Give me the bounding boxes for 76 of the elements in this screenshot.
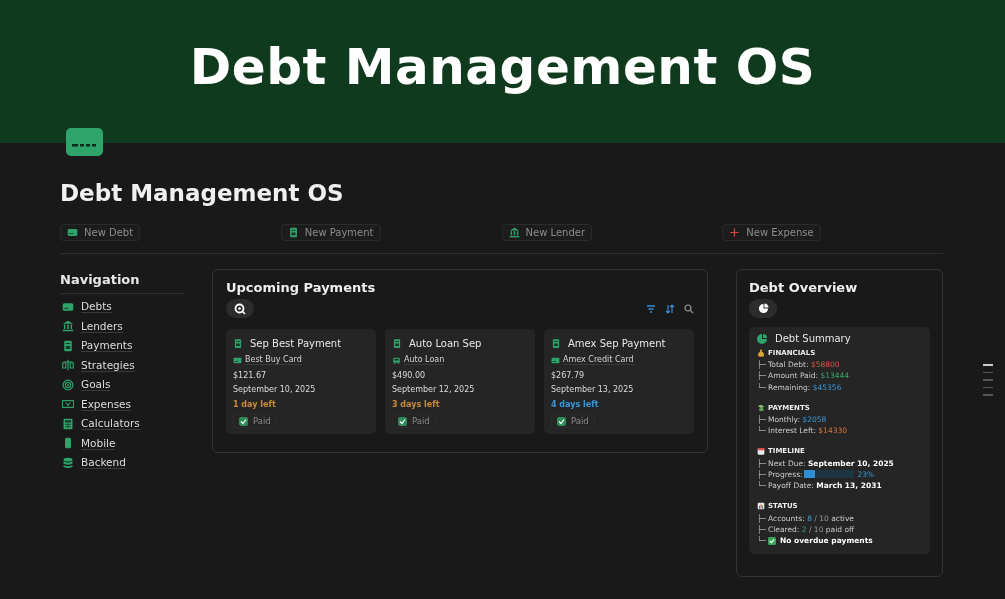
pie-chart-icon <box>757 303 769 314</box>
payment-card[interactable]: Sep Best Payment Best Buy Card $121.67 September 10, 2025 1 day left Paid <box>226 329 376 434</box>
payment-card[interactable]: Amex Sep Payment Amex Credit Card $267.79 September 13, 2025 4 days left Paid <box>544 329 694 434</box>
receipt-icon <box>233 337 243 349</box>
phone-icon <box>62 437 74 450</box>
progress-bar <box>803 470 854 479</box>
receipt-icon <box>287 227 299 238</box>
view-button[interactable] <box>226 299 254 318</box>
new-item-button[interactable]: New Lender <box>501 224 592 241</box>
new-item-button[interactable]: New Payment <box>280 224 381 241</box>
amount-text: $490.00 <box>392 371 427 380</box>
date-text: September 10, 2025 <box>233 385 317 394</box>
account-link[interactable]: Auto Loan <box>404 355 445 365</box>
card-title: Sep Best Payment <box>250 337 342 349</box>
bar-chart-icon <box>757 502 765 511</box>
nav-link[interactable]: Calculators <box>60 417 142 431</box>
pie-chart-icon <box>757 333 767 344</box>
nav-link[interactable]: Lenders <box>60 319 125 333</box>
paid-checkbox[interactable]: Paid <box>392 414 436 428</box>
card-icon <box>551 355 560 365</box>
card-title: Amex Sep Payment <box>568 337 666 349</box>
nav-link[interactable]: Goals <box>60 378 113 392</box>
checkbox[interactable] <box>557 416 566 426</box>
card-icon <box>233 355 242 365</box>
bank-icon <box>62 320 74 333</box>
receipt-icon <box>392 337 402 349</box>
navigation-heading: Navigation <box>60 269 184 294</box>
amount-text: $267.79 <box>551 371 586 380</box>
database-icon <box>62 456 74 469</box>
card-icon <box>67 227 78 238</box>
scale-icon <box>62 359 74 372</box>
receipt-icon <box>62 339 74 352</box>
panel-title: Debt Overview <box>749 280 859 295</box>
days-left-text: 4 days left <box>551 400 600 409</box>
days-left-text: 3 days left <box>392 400 441 409</box>
banner-title: Debt Management OS <box>189 37 816 96</box>
target-icon <box>62 378 74 391</box>
nav-link[interactable]: Strategies <box>60 358 137 372</box>
search-icon[interactable] <box>684 303 694 314</box>
calculator-icon <box>62 417 74 430</box>
card-icon <box>66 128 103 156</box>
nav-link[interactable]: Debts <box>60 300 114 314</box>
account-link[interactable]: Amex Credit Card <box>563 355 634 365</box>
bank-icon <box>508 227 520 238</box>
receipt-icon <box>551 337 561 349</box>
new-item-button[interactable]: New Expense <box>722 224 821 241</box>
paid-checkbox[interactable]: Paid <box>233 414 277 428</box>
payment-card[interactable]: Auto Loan Sep Auto Loan $490.00 September 12, 2025 3 days left Paid <box>385 329 535 434</box>
car-icon <box>392 355 401 365</box>
card-icon <box>62 300 74 313</box>
plus-icon <box>729 227 741 238</box>
account-link[interactable]: Best Buy Card <box>245 355 302 365</box>
date-text: September 12, 2025 <box>392 385 476 394</box>
paid-checkbox[interactable]: Paid <box>551 414 595 428</box>
nav-link[interactable]: Mobile <box>60 436 118 450</box>
summary-title: Debt Summary <box>775 333 851 344</box>
card-title: Auto Loan Sep <box>409 337 482 349</box>
filter-icon[interactable] <box>646 303 656 314</box>
calendar-icon <box>757 447 765 456</box>
view-button[interactable] <box>749 299 777 318</box>
nav-link[interactable]: Expenses <box>60 397 134 411</box>
date-text: September 13, 2025 <box>551 385 635 394</box>
checkbox[interactable] <box>398 416 407 426</box>
days-left-text: 1 day left <box>233 400 277 409</box>
board-title: Upcoming Payments <box>226 280 377 295</box>
nav-link[interactable]: Backend <box>60 456 128 470</box>
banknote-icon <box>62 398 74 411</box>
money-bag-icon <box>757 349 765 357</box>
money-wings-icon <box>757 403 765 412</box>
target-search-icon <box>234 302 246 315</box>
page-title: Debt Management OS <box>60 180 345 206</box>
nav-link[interactable]: Payments <box>60 339 135 353</box>
amount-text: $121.67 <box>233 371 268 380</box>
sort-icon[interactable] <box>665 303 675 314</box>
new-item-button[interactable]: New Debt <box>60 224 141 241</box>
checkbox[interactable] <box>239 416 248 426</box>
